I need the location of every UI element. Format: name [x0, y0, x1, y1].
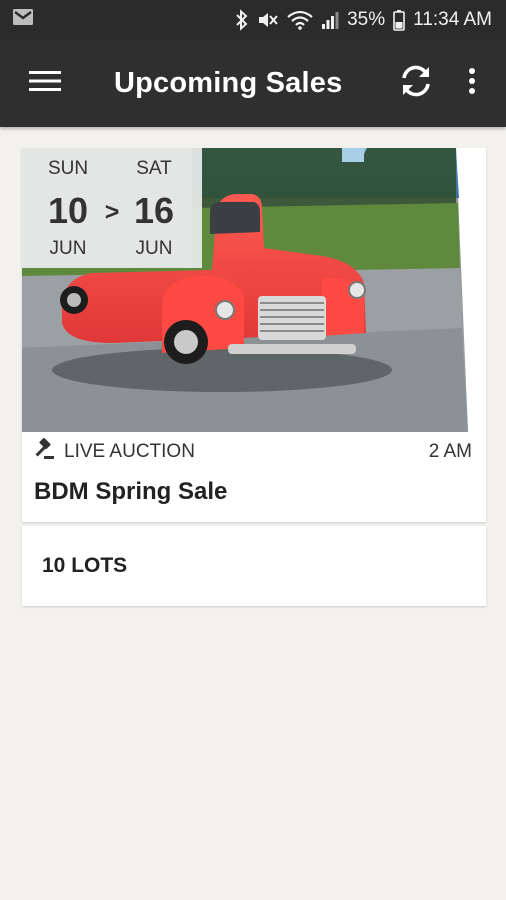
sale-name: BDM Spring Sale	[34, 478, 228, 505]
page-title: Upcoming Sales	[114, 67, 343, 99]
menu-icon	[29, 69, 61, 98]
refresh-icon	[398, 63, 434, 104]
gmail-notification-icon	[12, 8, 34, 32]
date-range-overlay: SUN 10 JUN > SAT 16 JUN	[22, 148, 202, 268]
sale-card[interactable]: SUN 10 JUN > SAT 16 JUN LIVE AUCTION 2 A…	[22, 148, 486, 522]
battery-icon	[393, 9, 405, 31]
sale-type-label: LIVE AUCTION	[64, 441, 195, 462]
menu-button[interactable]	[0, 40, 90, 127]
status-bar: 35% 11:34 AM	[0, 0, 506, 40]
end-day: SAT	[136, 158, 172, 179]
sale-image: SUN 10 JUN > SAT 16 JUN	[22, 148, 486, 432]
start-date: 10	[47, 190, 89, 231]
status-right: 35% 11:34 AM	[235, 9, 492, 31]
end-date: 16	[133, 190, 175, 231]
start-month: JUN	[49, 238, 87, 259]
refresh-button[interactable]	[388, 40, 444, 127]
more-vert-icon	[468, 67, 476, 100]
bluetooth-icon	[235, 9, 249, 31]
mute-icon	[257, 10, 279, 30]
start-day: SUN	[47, 158, 89, 179]
signal-icon	[321, 10, 339, 30]
status-left	[12, 8, 34, 32]
more-options-button[interactable]	[452, 40, 492, 127]
clock: 11:34 AM	[413, 9, 492, 30]
gavel-icon	[34, 437, 56, 466]
wifi-icon	[287, 10, 313, 30]
app-bar: Upcoming Sales	[0, 40, 506, 127]
date-separator: >	[104, 198, 120, 226]
sale-time: 2 AM	[428, 441, 472, 462]
sale-type: LIVE AUCTION	[34, 437, 195, 466]
sale-meta: LIVE AUCTION 2 AM	[22, 432, 486, 472]
lots-count: 10 LOTS	[42, 554, 128, 577]
lots-button[interactable]: 10 LOTS	[22, 526, 486, 606]
end-month: JUN	[135, 238, 173, 259]
battery-percent: 35%	[347, 9, 386, 30]
